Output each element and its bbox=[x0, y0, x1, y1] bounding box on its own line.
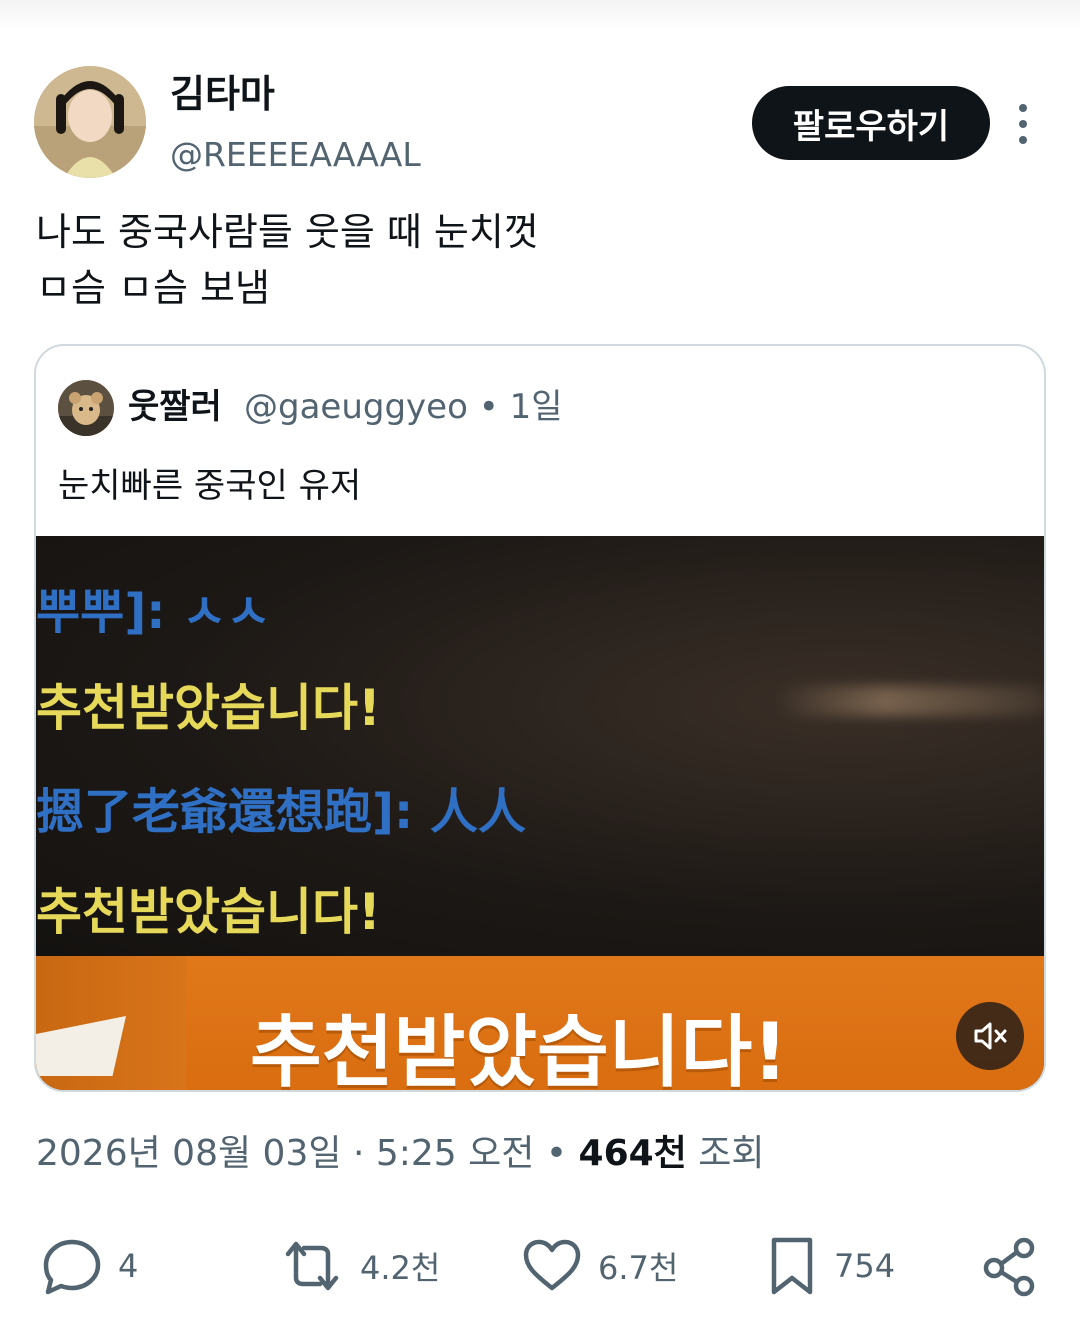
quoted-tweet-time: 1일 bbox=[509, 387, 563, 427]
retweet-button[interactable]: 4.2천 bbox=[278, 1234, 440, 1298]
avatar-image bbox=[34, 66, 146, 178]
quoted-avatar-image bbox=[58, 380, 114, 436]
quoted-media-video[interactable]: 뿌뿌]: ㅅㅅ 추천받았습니다! 摁了老爺還想跑]: 人人 추천받았습니다! 추… bbox=[36, 536, 1044, 1092]
video-light-streak bbox=[776, 686, 1044, 716]
share-icon bbox=[983, 1237, 1035, 1297]
video-chat-line: 摁了老爺還想跑]: 人人 bbox=[36, 784, 526, 840]
video-chat-line: 추천받았습니다! bbox=[36, 883, 381, 941]
bookmark-button[interactable]: 754 bbox=[764, 1234, 895, 1298]
retweet-count: 4.2천 bbox=[360, 1249, 441, 1287]
reply-count: 4 bbox=[118, 1247, 139, 1285]
views-count: 464천 bbox=[578, 1133, 687, 1174]
views-label: 조회 bbox=[698, 1133, 765, 1174]
tweet-meta: 2026년 08월 03일 · 5:25 오전 • 464천 조회 bbox=[36, 1130, 765, 1178]
reply-button[interactable]: 4 bbox=[40, 1234, 138, 1298]
heart-icon bbox=[523, 1239, 581, 1291]
retweet-icon bbox=[285, 1241, 339, 1291]
meta-dot: • bbox=[545, 1133, 568, 1174]
tweet-text-line: ㅁ슴 ㅁ슴 보냄 bbox=[36, 266, 270, 310]
banner-text: 추천받았습니다! bbox=[250, 1008, 788, 1092]
author-avatar[interactable] bbox=[34, 66, 146, 178]
follow-button[interactable]: 팔로우하기 bbox=[752, 86, 990, 160]
tweet-text: 나도 중국사람들 웃을 때 눈치껏 ㅁ슴 ㅁ슴 보냄 bbox=[36, 204, 1036, 316]
quoted-tweet-text: 눈치빠른 중국인 유저 bbox=[58, 466, 362, 506]
tweet-text-line: 나도 중국사람들 웃을 때 눈치껏 bbox=[36, 210, 539, 254]
share-button[interactable] bbox=[978, 1234, 1042, 1298]
tweet-time: 5:25 오전 bbox=[375, 1133, 535, 1174]
video-chat-line: 추천받았습니다! bbox=[36, 679, 381, 737]
author-display-name[interactable]: 김타마 bbox=[170, 70, 275, 118]
video-chat-line: 뿌뿌]: ㅅㅅ bbox=[36, 584, 271, 640]
top-fade bbox=[0, 0, 1080, 30]
quoted-author-name: 웃짤러 bbox=[128, 387, 222, 427]
more-options-icon[interactable] bbox=[1006, 100, 1040, 148]
volume-mute-icon[interactable] bbox=[956, 1002, 1024, 1070]
video-orange-banner: 추천받았습니다! bbox=[36, 956, 1044, 1092]
reply-icon bbox=[43, 1239, 101, 1295]
meta-dot: · bbox=[352, 1133, 365, 1174]
like-button[interactable]: 6.7천 bbox=[520, 1234, 678, 1298]
bookmark-count: 754 bbox=[834, 1247, 896, 1285]
meta-separator: • bbox=[478, 387, 499, 427]
quoted-author-avatar bbox=[58, 380, 114, 436]
quoted-author-handle: @gaeuggyeo bbox=[244, 387, 468, 427]
author-handle[interactable]: @REEEEAAAAL bbox=[170, 134, 421, 176]
bookmark-icon bbox=[771, 1237, 813, 1295]
quoted-author-meta: @gaeuggyeo • 1일 bbox=[244, 384, 563, 430]
like-count: 6.7천 bbox=[598, 1249, 679, 1287]
tweet-date: 2026년 08월 03일 bbox=[36, 1133, 342, 1174]
quoted-tweet-card[interactable]: 웃짤러 @gaeuggyeo • 1일 눈치빠른 중국인 유저 뿌뿌]: ㅅㅅ … bbox=[34, 344, 1046, 1092]
